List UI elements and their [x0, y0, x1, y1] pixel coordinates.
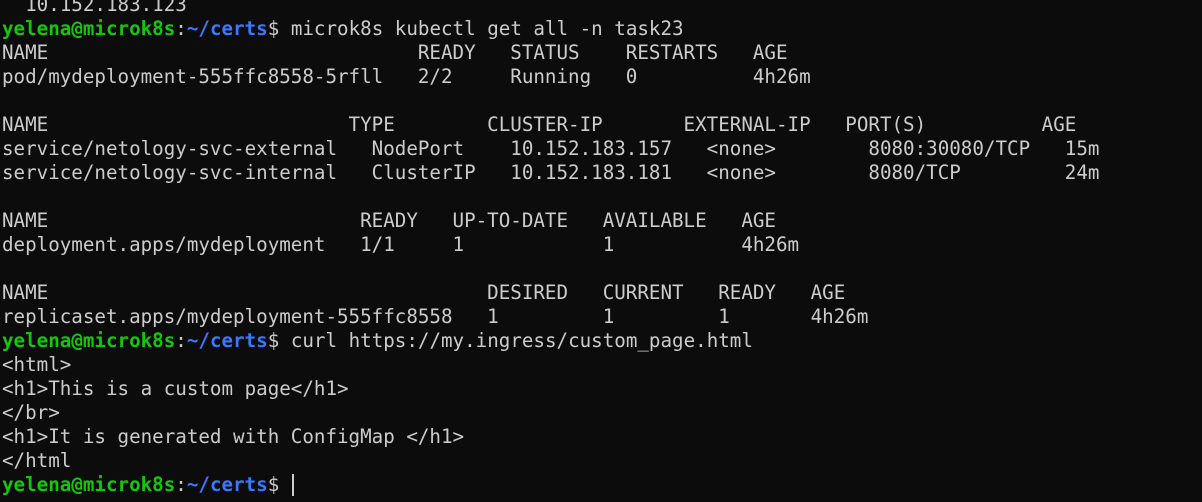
cut-off-line: 10.152.183.123: [2, 0, 187, 16]
deployment-row: deployment.apps/mydeployment 1/1 1 1 4h2…: [2, 233, 800, 256]
prompt-separator: :: [175, 473, 187, 496]
replicaset-row: replicaset.apps/mydeployment-555ffc8558 …: [2, 305, 869, 328]
active-prompt-line[interactable]: yelena@microk8s:~/certs$: [2, 473, 1099, 497]
output-h1-second: <h1>It is generated with ConfigMap </h1>: [2, 425, 465, 448]
service-row-external: service/netology-svc-external NodePort 1…: [2, 137, 1100, 160]
output-h1-first: <h1>This is a custom page</h1>: [2, 377, 349, 400]
text-cursor[interactable]: [291, 474, 294, 496]
prompt-user-host: yelena@microk8s: [2, 17, 176, 40]
output-html-open: <html>: [2, 353, 72, 376]
pods-header: NAME READY STATUS RESTARTS AGE: [2, 41, 788, 64]
prompt-separator: :: [175, 329, 187, 352]
terminal-window[interactable]: 10.152.183.123 yelena@microk8s:~/certs$ …: [0, 0, 1202, 502]
replicasets-header: NAME DESIRED CURRENT READY AGE: [2, 281, 846, 304]
prompt-symbol: $: [267, 329, 291, 352]
command-line-2: yelena@microk8s:~/certs$ curl https://my…: [2, 329, 1099, 353]
prompt-symbol: $: [267, 17, 291, 40]
terminal-output: 10.152.183.123 yelena@microk8s:~/certs$ …: [2, 0, 1099, 497]
output-br: </br>: [2, 401, 60, 424]
deployments-header: NAME READY UP-TO-DATE AVAILABLE AGE: [2, 209, 776, 232]
command-line-1: yelena@microk8s:~/certs$ microk8s kubect…: [2, 17, 1099, 41]
prompt-path: ~/certs: [186, 473, 268, 496]
service-row-internal: service/netology-svc-internal ClusterIP …: [2, 161, 1100, 184]
command-text: microk8s kubectl get all -n task23: [290, 17, 684, 40]
output-html-close: </html: [2, 449, 72, 472]
services-header: NAME TYPE CLUSTER-IP EXTERNAL-IP PORT(S)…: [2, 113, 1077, 136]
pod-row: pod/mydeployment-555ffc8558-5rfll 2/2 Ru…: [2, 65, 811, 88]
command-text: curl https://my.ingress/custom_page.html: [290, 329, 753, 352]
prompt-path: ~/certs: [186, 17, 268, 40]
prompt-user-host: yelena@microk8s: [2, 473, 176, 496]
prompt-user-host: yelena@microk8s: [2, 329, 176, 352]
prompt-separator: :: [175, 17, 187, 40]
prompt-symbol: $: [267, 473, 291, 496]
prompt-path: ~/certs: [186, 329, 268, 352]
